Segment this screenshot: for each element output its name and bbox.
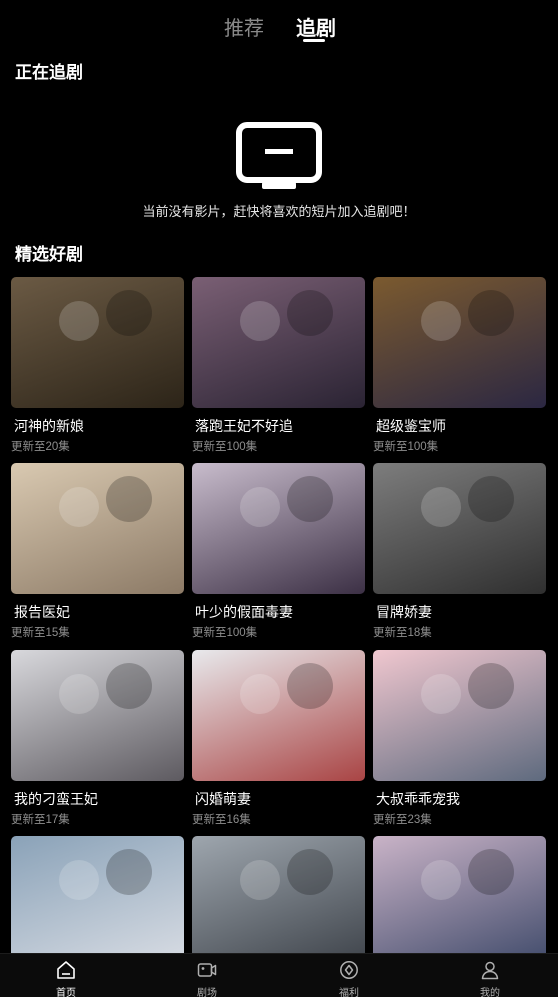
drama-title: 超级鉴宝师 — [376, 418, 446, 434]
poster-figure — [468, 849, 515, 896]
user-icon — [481, 961, 499, 980]
video-camera-icon — [197, 963, 217, 977]
poster-figure — [468, 290, 515, 337]
drama-poster[interactable] — [373, 836, 546, 967]
empty-state-text: 当前没有影片，赶快将喜欢的短片加入追剧吧！ — [142, 204, 416, 219]
drama-poster[interactable] — [192, 277, 365, 408]
tab-following[interactable]: 追剧 — [296, 12, 336, 41]
nav-home[interactable]: 首页 — [26, 954, 106, 997]
drama-poster[interactable] — [192, 836, 365, 967]
poster-figure — [287, 476, 334, 523]
drama-card[interactable]: 河神的新娘 更新至20集 — [11, 277, 184, 454]
drama-update: 更新至100集 — [192, 441, 258, 453]
drama-title: 冒牌娇妻 — [376, 604, 432, 620]
nav-theater-label: 剧场 — [197, 988, 217, 997]
drama-update: 更新至23集 — [373, 814, 432, 826]
drama-update: 更新至15集 — [11, 627, 70, 639]
poster-figure — [421, 486, 462, 527]
drama-card[interactable] — [11, 836, 184, 967]
poster-figure — [421, 673, 462, 714]
poster-figure — [59, 859, 100, 900]
following-section-title: 正在追剧 — [15, 63, 83, 82]
drama-card[interactable] — [373, 836, 546, 967]
poster-figure — [106, 663, 153, 710]
drama-card[interactable]: 闪婚萌妻 更新至16集 — [192, 650, 365, 827]
poster-figure — [240, 673, 281, 714]
poster-figure — [421, 300, 462, 341]
picks-section-title: 精选好剧 — [15, 245, 83, 264]
poster-figure — [106, 849, 153, 896]
drama-poster[interactable] — [11, 836, 184, 967]
poster-figure — [59, 300, 100, 341]
drama-poster[interactable] — [192, 650, 365, 781]
poster-figure — [421, 859, 462, 900]
drama-card[interactable]: 超级鉴宝师 更新至100集 — [373, 277, 546, 454]
drama-title: 叶少的假面毒妻 — [195, 604, 293, 620]
nav-home-label: 首页 — [56, 988, 76, 997]
poster-figure — [287, 663, 334, 710]
top-tab-bar: 推荐 追剧 — [0, 0, 558, 50]
tab-recommend[interactable]: 推荐 — [224, 12, 264, 41]
poster-figure — [59, 486, 100, 527]
poster-figure — [240, 300, 281, 341]
drama-title: 河神的新娘 — [14, 418, 84, 434]
drama-card[interactable] — [192, 836, 365, 967]
poster-figure — [240, 486, 281, 527]
drama-title: 落跑王妃不好追 — [195, 418, 293, 434]
poster-figure — [468, 663, 515, 710]
drama-update: 更新至18集 — [373, 627, 432, 639]
poster-figure — [106, 476, 153, 523]
drama-card[interactable]: 大叔乖乖宠我 更新至23集 — [373, 650, 546, 827]
nav-welfare[interactable]: 福利 — [309, 954, 389, 997]
active-tab-indicator — [303, 39, 325, 42]
poster-figure — [287, 290, 334, 337]
drama-poster[interactable] — [11, 277, 184, 408]
drama-card[interactable]: 我的刁蛮王妃 更新至17集 — [11, 650, 184, 827]
bottom-nav-bar: 首页 剧场 福利 我的 — [0, 953, 558, 997]
drama-card[interactable]: 落跑王妃不好追 更新至100集 — [192, 277, 365, 454]
drama-card[interactable]: 报告医妃 更新至15集 — [11, 463, 184, 640]
nav-theater[interactable]: 剧场 — [167, 954, 247, 997]
poster-figure — [468, 476, 515, 523]
drama-card[interactable]: 冒牌娇妻 更新至18集 — [373, 463, 546, 640]
drama-title: 我的刁蛮王妃 — [14, 791, 98, 807]
drama-card[interactable]: 叶少的假面毒妻 更新至100集 — [192, 463, 365, 640]
poster-figure — [240, 859, 281, 900]
drama-title: 报告医妃 — [14, 604, 70, 620]
poster-figure — [287, 849, 334, 896]
drama-poster[interactable] — [373, 650, 546, 781]
drama-title: 闪婚萌妻 — [195, 791, 251, 807]
drama-poster[interactable] — [11, 650, 184, 781]
poster-figure — [59, 673, 100, 714]
drama-update: 更新至100集 — [192, 627, 258, 639]
drama-update: 更新至20集 — [11, 441, 70, 453]
nav-welfare-label: 福利 — [339, 988, 359, 997]
drama-update: 更新至100集 — [373, 441, 439, 453]
drama-poster[interactable] — [373, 277, 546, 408]
nav-profile-label: 我的 — [480, 988, 500, 997]
tv-icon — [236, 122, 322, 189]
drama-update: 更新至16集 — [192, 814, 251, 826]
nav-profile[interactable]: 我的 — [450, 954, 530, 997]
welfare-icon — [340, 961, 358, 979]
poster-figure — [106, 290, 153, 337]
drama-poster[interactable] — [192, 463, 365, 594]
home-icon — [57, 961, 75, 979]
drama-poster[interactable] — [373, 463, 546, 594]
drama-title: 大叔乖乖宠我 — [376, 791, 460, 807]
drama-poster[interactable] — [11, 463, 184, 594]
drama-update: 更新至17集 — [11, 814, 70, 826]
